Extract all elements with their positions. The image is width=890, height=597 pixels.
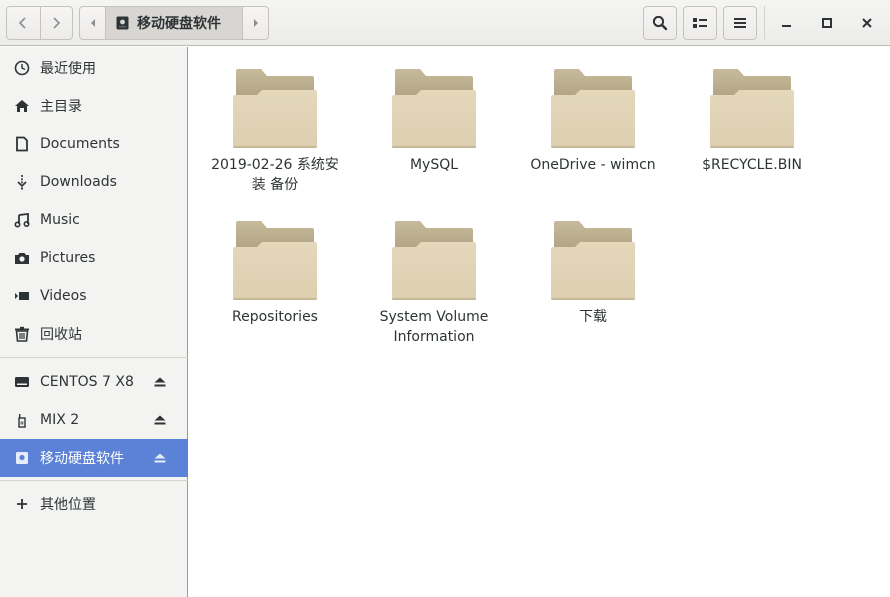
back-button[interactable] <box>7 7 40 39</box>
folder-icon <box>551 69 635 148</box>
chevron-left-icon <box>19 17 26 29</box>
eject-button[interactable] <box>152 412 168 428</box>
triangle-right-icon <box>253 19 258 27</box>
search-icon <box>652 15 668 31</box>
maximize-icon <box>822 18 832 28</box>
eject-button[interactable] <box>152 450 168 466</box>
maximize-button[interactable] <box>810 6 844 40</box>
list-view-icon <box>693 18 707 28</box>
sidebar-item-label: Downloads <box>40 174 117 190</box>
sidebar-item-recent[interactable]: 最近使用 <box>0 49 188 87</box>
plus-icon <box>14 496 30 512</box>
folder-name: $RECYCLE.BIN <box>702 157 802 173</box>
file-grid: 2019-02-26 系统安装 备份 MySQL OneDrive - wimc… <box>189 47 890 597</box>
hamburger-menu-icon <box>734 18 746 28</box>
download-icon <box>14 174 30 190</box>
sidebar-item-documents[interactable]: Documents <box>0 125 188 163</box>
eject-icon <box>154 453 166 463</box>
chevron-right-icon <box>53 17 61 29</box>
folder-item[interactable]: 下载 <box>523 215 663 327</box>
forward-button[interactable] <box>39 7 73 39</box>
sidebar-item-label: Music <box>40 212 80 228</box>
video-icon <box>14 288 30 304</box>
music-icon <box>14 212 30 228</box>
sidebar: 最近使用 主目录 Documents Downloads Music Pictu… <box>0 47 188 597</box>
folder-name: MySQL <box>409 157 459 173</box>
path-bar: 移动硬盘软件 <box>79 6 269 40</box>
sidebar-item-label: 其他位置 <box>40 497 96 513</box>
folder-name: Repositories <box>232 309 318 325</box>
sidebar-item-trash[interactable]: 回收站 <box>0 315 188 353</box>
navigation-buttons <box>6 6 73 40</box>
eject-button[interactable] <box>152 374 168 390</box>
phone-icon <box>14 412 30 428</box>
folder-name: OneDrive - wimcn <box>530 157 656 173</box>
sidebar-item-label: Documents <box>40 136 120 152</box>
folder-icon <box>392 221 476 300</box>
eject-icon <box>154 377 166 387</box>
sidebar-item-downloads[interactable]: Downloads <box>0 163 188 201</box>
sidebar-separator <box>0 357 188 358</box>
folder-item[interactable]: MySQL <box>364 63 504 175</box>
sidebar-item-label: Pictures <box>40 250 96 266</box>
minimize-icon <box>782 25 791 27</box>
sidebar-item-label: MIX 2 <box>40 412 80 428</box>
clock-icon <box>14 60 30 76</box>
minimize-button[interactable] <box>770 6 804 40</box>
close-button[interactable] <box>850 6 884 40</box>
drive-icon <box>14 374 30 390</box>
path-scroll-left-button[interactable] <box>80 7 105 39</box>
folder-item[interactable]: Repositories <box>205 215 345 327</box>
sidebar-item-label: CENTOS 7 X8 <box>40 374 134 390</box>
sidebar-item-centos-drive[interactable]: CENTOS 7 X8 <box>0 363 188 401</box>
header-bar: 移动硬盘软件 <box>0 0 890 46</box>
eject-icon <box>154 415 166 425</box>
view-toggle-button[interactable] <box>683 6 717 40</box>
folder-icon <box>392 69 476 148</box>
drive-removable-icon <box>14 450 30 466</box>
sidebar-item-label: Videos <box>40 288 87 304</box>
camera-icon <box>14 250 30 266</box>
sidebar-item-mix2-phone[interactable]: MIX 2 <box>0 401 188 439</box>
sidebar-item-label: 最近使用 <box>40 61 96 77</box>
sidebar-item-pictures[interactable]: Pictures <box>0 239 188 277</box>
sidebar-item-videos[interactable]: Videos <box>0 277 188 315</box>
folder-name: 2019-02-26 系统安装 备份 <box>211 157 339 193</box>
sidebar-item-other-locations[interactable]: 其他位置 <box>0 485 188 523</box>
folder-icon <box>710 69 794 148</box>
menu-button[interactable] <box>723 6 757 40</box>
trash-icon <box>14 326 30 342</box>
sidebar-item-label: 主目录 <box>40 99 82 115</box>
header-separator <box>764 6 765 40</box>
sidebar-separator <box>0 480 188 481</box>
sidebar-item-label: 移动硬盘软件 <box>40 451 124 467</box>
path-segment-label: 移动硬盘软件 <box>137 16 221 32</box>
home-icon <box>14 98 30 114</box>
folder-icon <box>551 221 635 300</box>
path-segment-current[interactable]: 移动硬盘软件 <box>105 7 243 39</box>
sidebar-item-music[interactable]: Music <box>0 201 188 239</box>
folder-item[interactable]: OneDrive - wimcn <box>523 63 663 175</box>
folder-name: System Volume Information <box>379 309 489 345</box>
folder-icon <box>233 69 317 148</box>
folder-name: 下载 <box>579 309 607 325</box>
folder-icon <box>233 221 317 300</box>
drive-removable-icon <box>116 16 129 30</box>
sidebar-item-removable-drive[interactable]: 移动硬盘软件 <box>0 439 188 477</box>
folder-item[interactable]: 2019-02-26 系统安装 备份 <box>205 63 345 195</box>
document-icon <box>14 136 30 152</box>
triangle-left-icon <box>90 19 95 27</box>
path-scroll-right-button[interactable] <box>243 7 268 39</box>
sidebar-item-home[interactable]: 主目录 <box>0 87 188 125</box>
sidebar-item-label: 回收站 <box>40 327 82 343</box>
close-icon <box>862 18 872 28</box>
search-button[interactable] <box>643 6 677 40</box>
folder-item[interactable]: $RECYCLE.BIN <box>682 63 822 175</box>
folder-item[interactable]: System Volume Information <box>364 215 504 347</box>
